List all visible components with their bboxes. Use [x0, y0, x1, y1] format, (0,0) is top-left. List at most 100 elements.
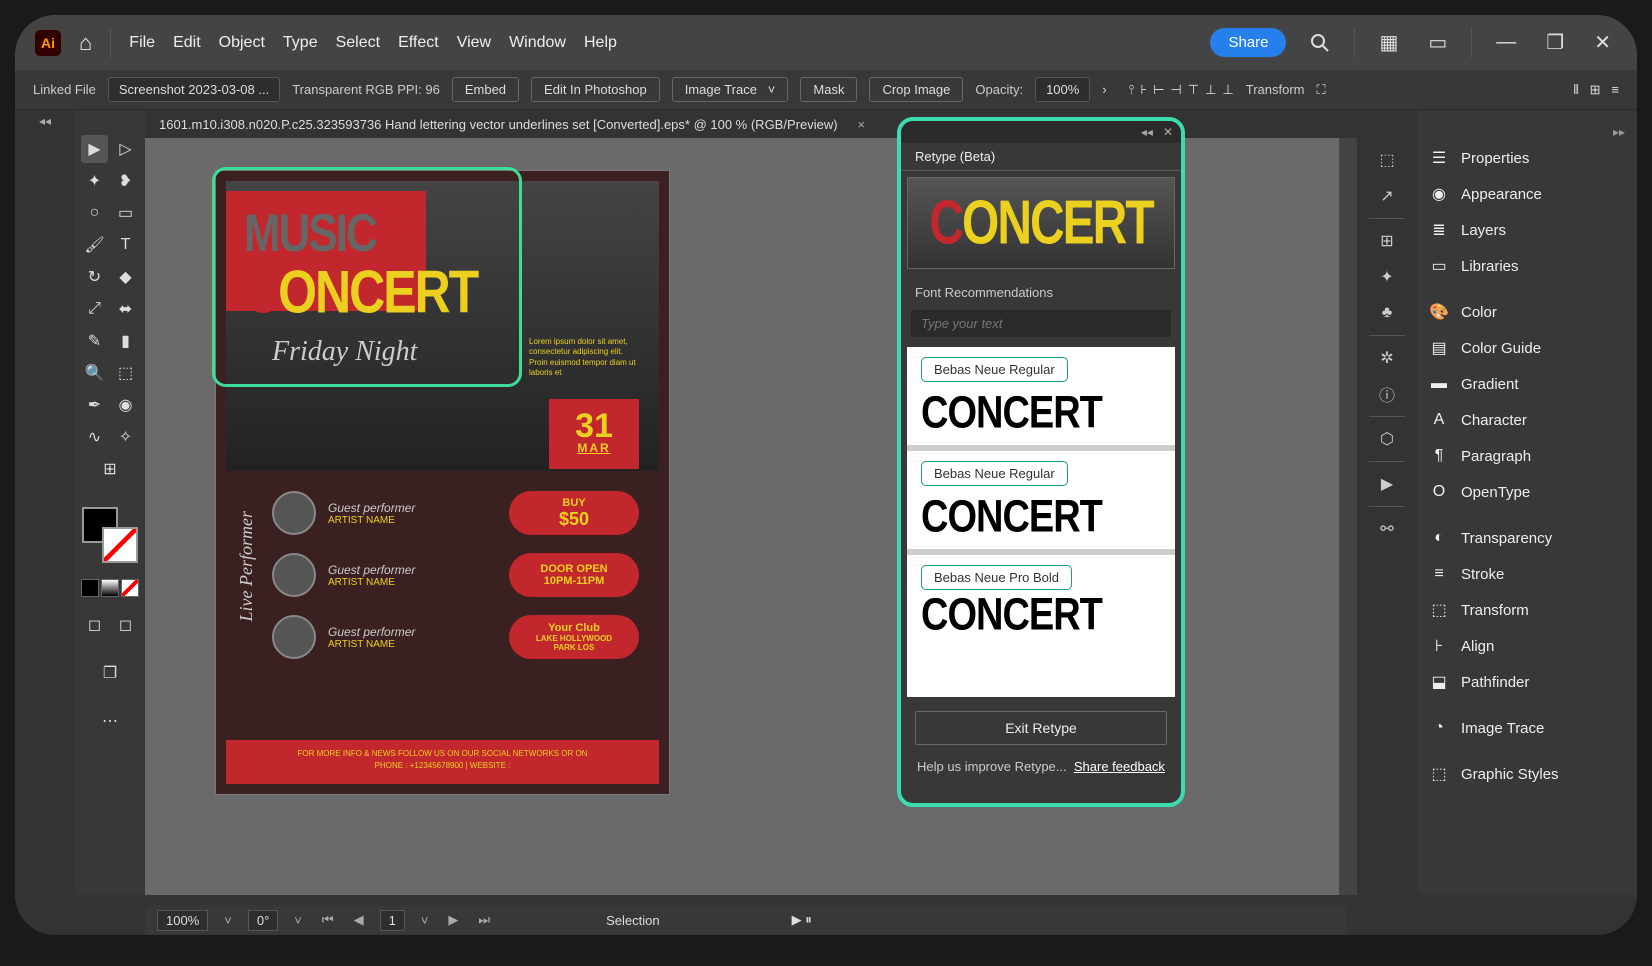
collapse-icon[interactable]: ▸▸	[1613, 125, 1625, 139]
transform-label[interactable]: Transform	[1246, 82, 1305, 97]
eraser-tool-icon[interactable]: ◆	[112, 263, 139, 291]
lasso-tool-icon[interactable]: ❥	[112, 167, 139, 195]
menu-edit[interactable]: Edit	[173, 34, 201, 52]
zoom-dropdown-icon[interactable]: ˅	[220, 913, 236, 928]
menu-effect[interactable]: Effect	[398, 34, 439, 52]
width-tool-icon[interactable]: ⬌	[112, 295, 139, 323]
maximize-icon[interactable]: ❐	[1540, 30, 1570, 55]
opacity-field[interactable]: 100%	[1035, 77, 1090, 102]
gear-icon[interactable]: ✲	[1373, 344, 1401, 372]
expand-icon[interactable]: ◂◂	[15, 110, 75, 132]
artboard-field[interactable]: 1	[380, 910, 405, 931]
menu-window[interactable]: Window	[509, 34, 566, 52]
curvature-tool-icon[interactable]: ∿	[81, 423, 108, 451]
menu-help[interactable]: Help	[584, 34, 617, 52]
share-feedback-link[interactable]: Share feedback	[1074, 759, 1165, 774]
symbols-icon[interactable]: ♣	[1373, 299, 1401, 327]
more-icons[interactable]: ⫴ ⊞ ≡	[1573, 82, 1619, 98]
next-artboard-icon[interactable]: ▶	[444, 912, 462, 928]
pen-tool-icon[interactable]: ✒	[81, 391, 108, 419]
transform-icon[interactable]: ⛶	[1316, 82, 1325, 98]
embed-button[interactable]: Embed	[452, 77, 519, 102]
font-name[interactable]: Bebas Neue Pro Bold	[921, 565, 1072, 590]
scrollbar-vertical[interactable]	[1339, 138, 1357, 895]
play-icon[interactable]: ▶	[1373, 470, 1401, 498]
scale-tool-icon[interactable]: ⤢	[81, 295, 108, 323]
chevron-right-icon[interactable]: ›	[1102, 82, 1106, 97]
selection-tool-icon[interactable]: ▶	[81, 135, 108, 163]
share-button[interactable]: Share	[1210, 28, 1286, 57]
font-list[interactable]: Bebas Neue Regular CONCERT Bebas Neue Re…	[907, 347, 1175, 697]
font-card[interactable]: Bebas Neue Pro Bold CONCERT	[907, 555, 1175, 647]
search-icon[interactable]	[1304, 33, 1336, 53]
font-card[interactable]: Bebas Neue Regular CONCERT	[907, 347, 1175, 445]
panel-transform[interactable]: ⬚Transform	[1429, 592, 1625, 628]
export-icon[interactable]: ⬚	[1373, 146, 1401, 174]
gradient-tool-icon[interactable]: ▮	[112, 327, 139, 355]
minimize-icon[interactable]: —	[1490, 31, 1522, 54]
menu-object[interactable]: Object	[219, 34, 265, 52]
panel-align[interactable]: ⊦Align	[1429, 628, 1625, 664]
rectangle-tool-icon[interactable]: ▭	[112, 199, 139, 227]
brush-tool-icon[interactable]: 🖌	[81, 231, 108, 259]
prev-artboard-icon[interactable]: ◀	[350, 912, 368, 928]
retype-tab[interactable]: Retype (Beta)	[901, 143, 1181, 171]
home-icon[interactable]: ⌂	[79, 30, 92, 56]
gradient-mode-icon[interactable]	[101, 579, 119, 597]
arrange-icon[interactable]: ▦	[1373, 30, 1404, 55]
panel-close-icon[interactable]: ✕	[1163, 125, 1173, 139]
panel-pathfinder[interactable]: ⬓Pathfinder	[1429, 664, 1625, 700]
screen-mode2-icon[interactable]: ◻	[112, 611, 139, 639]
panel-stroke[interactable]: ≡Stroke	[1429, 556, 1625, 592]
retype-text-input[interactable]: Type your text	[911, 310, 1171, 337]
menu-view[interactable]: View	[457, 34, 491, 52]
color-mode-icon[interactable]	[81, 579, 99, 597]
type-tool-icon[interactable]: T	[112, 231, 139, 259]
font-name[interactable]: Bebas Neue Regular	[921, 461, 1068, 486]
panel-min-icon[interactable]: ◂◂	[1141, 125, 1153, 139]
eyedropper-tool-icon[interactable]: ✎	[81, 327, 108, 355]
swatches-icon[interactable]: ⊞	[1373, 227, 1401, 255]
share-icon[interactable]: ↗	[1373, 182, 1401, 210]
zoom-tool-icon[interactable]: 🔍	[81, 359, 108, 387]
panel-libraries[interactable]: ▭Libraries	[1429, 248, 1625, 284]
font-card[interactable]: Bebas Neue Regular CONCERT	[907, 451, 1175, 549]
wand-tool-icon[interactable]: ✦	[81, 167, 108, 195]
font-name[interactable]: Bebas Neue Regular	[921, 357, 1068, 382]
panel-properties[interactable]: ☰Properties	[1429, 140, 1625, 176]
exit-retype-button[interactable]: Exit Retype	[915, 711, 1167, 745]
panel-image-trace[interactable]: ◔Image Trace	[1429, 710, 1625, 746]
panel-character[interactable]: ACharacter	[1429, 402, 1625, 438]
nav-play-icon[interactable]: ▶ ⏸	[792, 912, 812, 928]
blob-tool-icon[interactable]: ◉	[112, 391, 139, 419]
crop-button[interactable]: Crop Image	[869, 77, 963, 102]
panel-transparency[interactable]: ◐Transparency	[1429, 520, 1625, 556]
panel-color-guide[interactable]: ▤Color Guide	[1429, 330, 1625, 366]
panel-graphic-styles[interactable]: ⬚Graphic Styles	[1429, 756, 1625, 792]
last-artboard-icon[interactable]: ⏭	[474, 912, 494, 928]
menu-type[interactable]: Type	[283, 34, 318, 52]
panel-appearance[interactable]: ◉Appearance	[1429, 176, 1625, 212]
ellipse-tool-icon[interactable]: ○	[81, 199, 108, 227]
zoom-field[interactable]: 100%	[157, 910, 208, 931]
close-icon[interactable]: ✕	[1588, 30, 1617, 55]
filename-field[interactable]: Screenshot 2023-03-08 ...	[108, 77, 280, 102]
artboard-tool-icon[interactable]: ⬚	[112, 359, 139, 387]
brushes-icon[interactable]: ✦	[1373, 263, 1401, 291]
more-tools-icon[interactable]: ⋯	[96, 707, 124, 735]
none-mode-icon[interactable]	[121, 579, 139, 597]
draw-mode-icon[interactable]: ❐	[96, 659, 124, 687]
shaper-tool-icon[interactable]: ✧	[112, 423, 139, 451]
workspace-icon[interactable]: ▭	[1422, 30, 1453, 55]
rotate-tool-icon[interactable]: ↻	[81, 263, 108, 291]
cube-icon[interactable]: ⬡	[1373, 425, 1401, 453]
align-icons[interactable]: ⫯⊦⊢⊣⊤⊥⊥	[1129, 82, 1234, 98]
menu-select[interactable]: Select	[336, 34, 380, 52]
screen-mode-icon[interactable]: ◻	[81, 611, 108, 639]
edit-photoshop-button[interactable]: Edit In Photoshop	[531, 77, 660, 102]
panel-paragraph[interactable]: ¶Paragraph	[1429, 438, 1625, 474]
panel-layers[interactable]: ≣Layers	[1429, 212, 1625, 248]
panel-color[interactable]: 🎨Color	[1429, 294, 1625, 330]
mask-button[interactable]: Mask	[800, 77, 857, 102]
rotation-dropdown-icon[interactable]: ˅	[290, 913, 306, 928]
